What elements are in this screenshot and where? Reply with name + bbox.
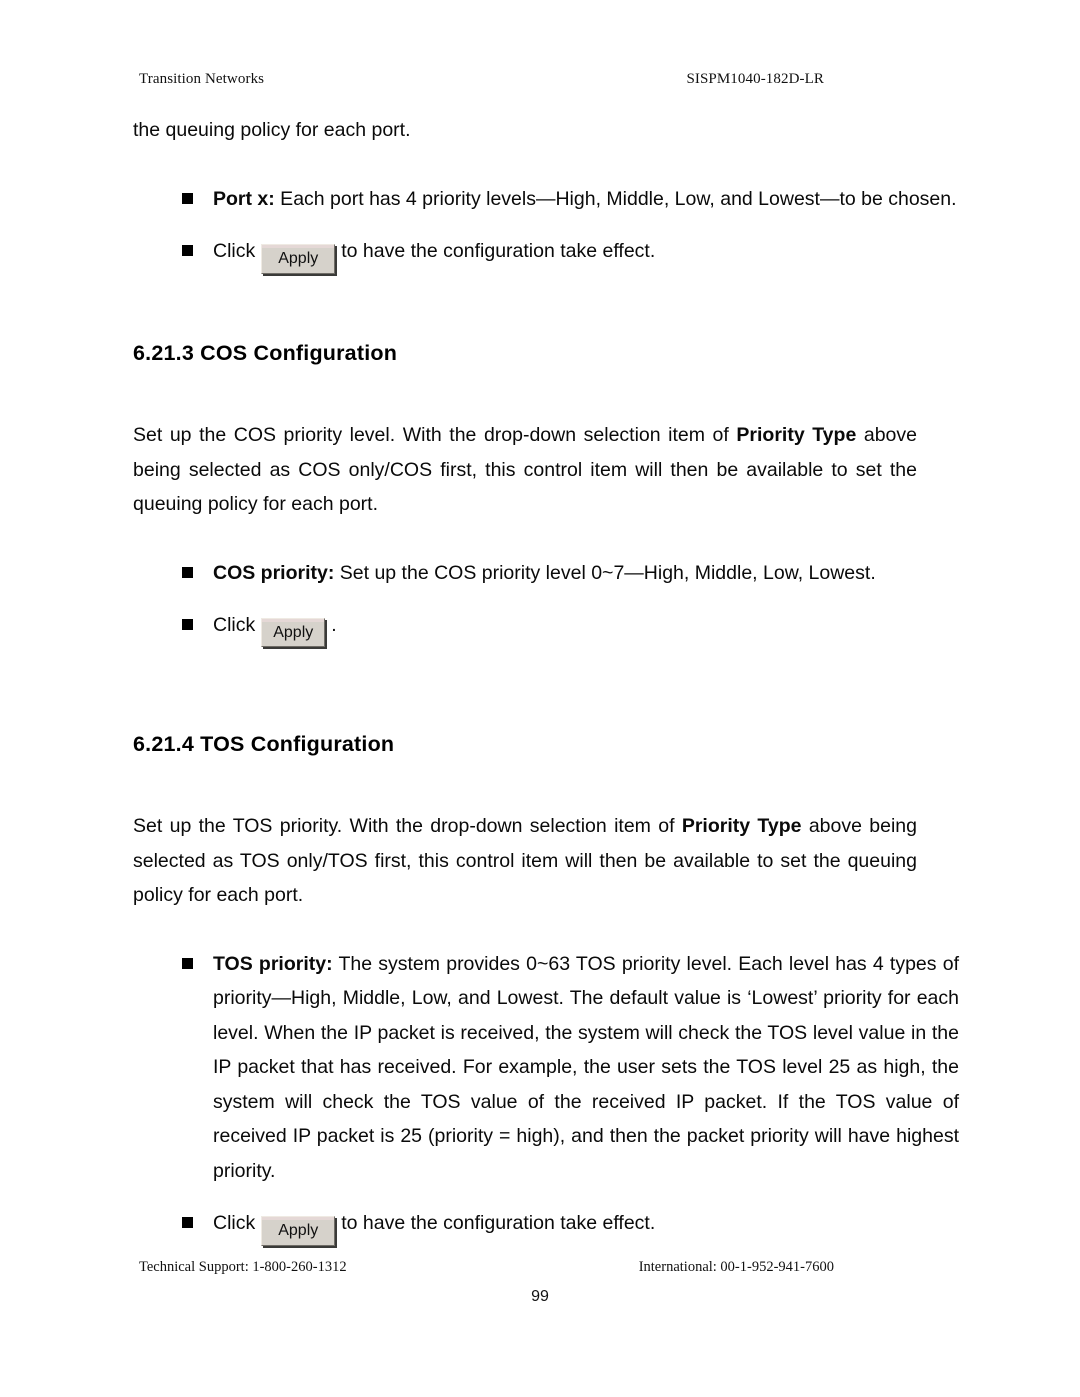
bullet-label-port-x: Port x: (213, 187, 275, 210)
footer-technical-support: Technical Support: 1-800-260-1312 (139, 1259, 347, 1275)
section-heading-tos: 6.21.4 TOS Configuration (133, 732, 395, 756)
click-label: Click (213, 240, 256, 262)
bullet-label-cos-priority: COS priority: (213, 561, 335, 584)
continued-paragraph: the queuing policy for each port. (133, 119, 411, 141)
click-label: Click (213, 1212, 256, 1234)
square-bullet-icon (182, 619, 193, 630)
bullet-item-click-apply-cos: Click Apply. (133, 608, 959, 647)
bullet-label-tos-priority: TOS priority: (213, 952, 333, 975)
section-heading-cos: 6.21.3 COS Configuration (133, 341, 398, 365)
apply-button-label: Apply (273, 624, 314, 641)
square-bullet-icon (182, 192, 193, 204)
running-header: Transition Networks SISPM1040-182D-LR (139, 70, 959, 88)
cos-paragraph-part1: Set up the COS priority level. With the … (133, 424, 737, 446)
cos-description-paragraph: Set up the COS priority level. With the … (133, 418, 917, 522)
click-label: Click (213, 614, 256, 636)
bullet-item-cos-priority: COS priority: Set up the COS priority le… (133, 556, 959, 591)
apply-button-label: Apply (278, 1222, 319, 1239)
bullet-text-cos-priority: Set up the COS priority level 0~7—High, … (334, 561, 876, 584)
square-bullet-icon (182, 1217, 193, 1228)
click-apply-suffix: to have the configuration take effect. (341, 240, 656, 262)
apply-button-label: Apply (278, 250, 319, 267)
bullet-item-click-apply-1: Click Apply to have the configuration take… (133, 234, 959, 274)
header-model-number: SISPM1040-182D-LR (686, 71, 824, 87)
bullet-text-port-x: Each port has 4 priority levels—High, Mi… (274, 187, 957, 210)
footer-international: International: 00-1-952-941-7600 (638, 1259, 834, 1275)
apply-button[interactable]: Apply (261, 618, 326, 647)
document-body: the queuing policy for each port. Port x… (133, 113, 959, 1246)
tos-description-paragraph: Set up the TOS priority. With the drop-d… (133, 809, 917, 913)
cos-paragraph-bold-term: Priority Type (736, 424, 857, 446)
bullet-item-tos-priority: TOS priority: The system provides 0~63 T… (133, 947, 959, 1189)
apply-button[interactable]: Apply (261, 244, 336, 274)
square-bullet-icon (182, 245, 193, 256)
click-apply-suffix: . (331, 614, 337, 636)
tos-paragraph-part1: Set up the TOS priority. With the drop-d… (133, 815, 682, 837)
click-apply-suffix: to have the configuration take effect. (341, 1212, 656, 1234)
bullet-item-port-x: Port x: Each port has 4 priority levels—… (133, 182, 959, 217)
tos-paragraph-bold-term: Priority Type (681, 815, 802, 837)
page-number: 99 (531, 1288, 549, 1305)
apply-button[interactable]: Apply (261, 1216, 336, 1246)
header-company-name: Transition Networks (139, 71, 265, 87)
document-page: Transition Networks SISPM1040-182D-LR th… (0, 0, 1080, 1397)
square-bullet-icon (182, 566, 193, 578)
bullet-text-tos-priority: The system provides 0~63 TOS priority le… (213, 952, 959, 1182)
bullet-item-click-apply-tos: Click Apply to have the configuration take… (133, 1206, 959, 1246)
running-footer: Technical Support: 1-800-260-1312 Intern… (139, 1258, 959, 1276)
square-bullet-icon (182, 957, 193, 969)
